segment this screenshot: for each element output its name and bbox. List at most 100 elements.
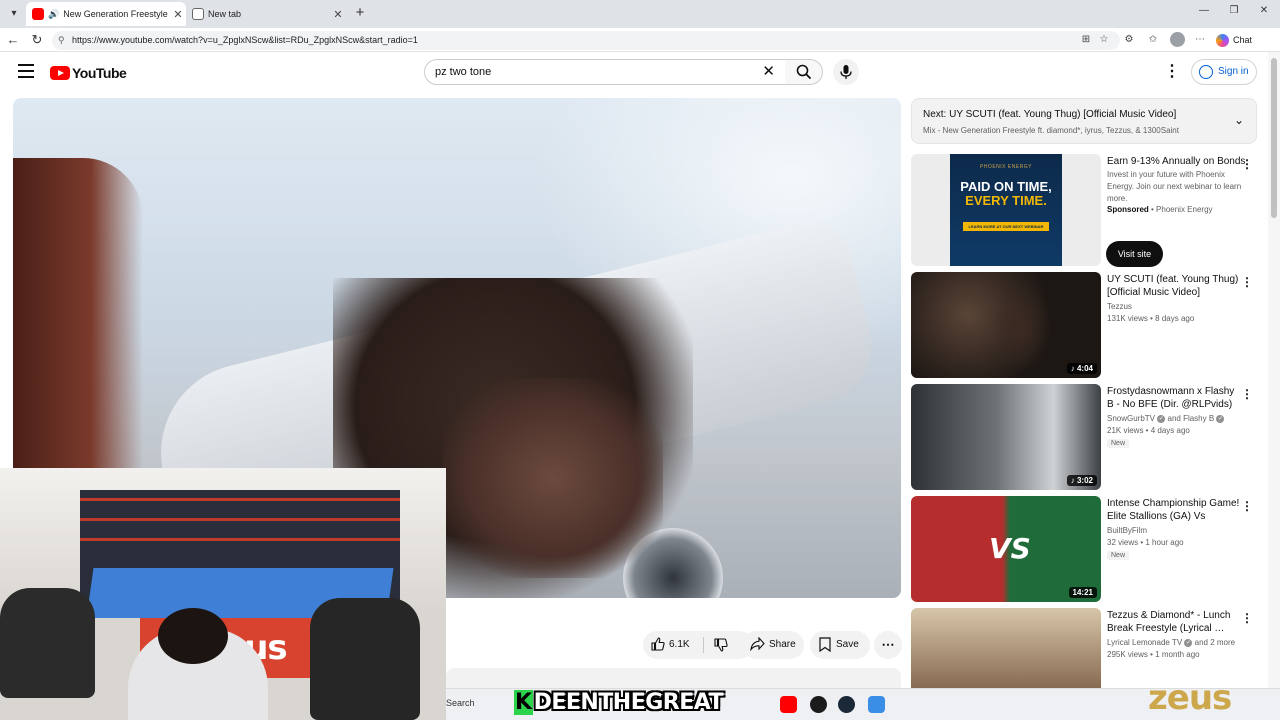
more-actions-button[interactable]: ⋯ [874, 631, 902, 659]
store-app-icon[interactable] [868, 696, 885, 713]
video-menu-icon[interactable]: ⋮ [1241, 612, 1253, 624]
up-next-subtitle: Mix - New Generation Freestyle ft. diamo… [923, 126, 1179, 135]
advertiser-name: Phoenix Energy [1156, 205, 1213, 214]
tab-list-dropdown[interactable]: ▾ [4, 4, 24, 24]
tab-new-tab[interactable]: New tab ✕ [186, 2, 346, 26]
favorite-star-icon[interactable]: ☆ [1097, 33, 1111, 47]
ad-poster: PHOENIX ENERGY PAID ON TIME, EVERY TIME.… [950, 154, 1062, 266]
address-toolbar: ← ↻ ⚲ https://www.youtube.com/watch?v=u_… [0, 28, 1280, 52]
guide-menu-icon[interactable] [18, 64, 34, 78]
ring-rope [80, 538, 400, 541]
video-thumbnail[interactable] [911, 608, 1101, 688]
streamer-name-k: K [514, 690, 533, 715]
channel-name[interactable]: Tezzus [1107, 302, 1132, 311]
minimize-icon[interactable]: — [1194, 5, 1214, 16]
recommendation-item[interactable]: 14:21 Intense Championship Game! Elite S… [911, 496, 1257, 602]
streamer-head [158, 608, 228, 664]
thumbs-up-icon [651, 637, 665, 651]
share-button[interactable]: Share [742, 631, 804, 659]
tab-close-icon[interactable]: ✕ [170, 8, 186, 21]
ad-poster-headline-accent: EVERY TIME. [965, 193, 1047, 208]
clear-search-icon[interactable]: ✕ [762, 64, 775, 80]
voice-search-button[interactable] [833, 59, 859, 85]
search-button[interactable] [785, 59, 823, 85]
duration-badge: ♪ 3:02 [1066, 475, 1097, 486]
search-input[interactable] [425, 60, 745, 84]
ad-thumbnail[interactable]: PHOENIX ENERGY PAID ON TIME, EVERY TIME.… [911, 154, 1101, 266]
app-available-icon[interactable]: ⊞ [1079, 33, 1093, 47]
recommendation-item[interactable]: ♪ 3:02 Frostydasnowmann x Flashy B - No … [911, 384, 1257, 490]
new-tab-button[interactable]: + [351, 4, 369, 22]
recommendation-item[interactable]: ♪ 4:04 UY SCUTI (feat. Young Thug) [Offi… [911, 272, 1257, 378]
channel-name[interactable]: SnowGurbTV ✓ and Flashy B ✓ [1107, 414, 1225, 423]
scrollbar-thumb[interactable] [1271, 58, 1277, 218]
taskbar-search[interactable]: Search [446, 698, 475, 708]
verified-icon: ✓ [1157, 414, 1166, 423]
visit-site-button[interactable]: Visit site [1106, 241, 1163, 267]
video-title[interactable]: UY SCUTI (feat. Young Thug) [Official Mu… [1107, 273, 1243, 299]
steam-app-icon[interactable] [838, 696, 855, 713]
ad-menu-icon[interactable]: ⋮ [1241, 158, 1253, 170]
youtube-play-icon [50, 66, 70, 80]
video-thumbnail[interactable]: ♪ 3:02 [911, 384, 1101, 490]
page-scrollbar[interactable] [1268, 52, 1280, 688]
video-thumbnail[interactable]: 14:21 [911, 496, 1101, 602]
channel-name[interactable]: BuiltByFilm [1107, 526, 1147, 535]
video-menu-icon[interactable]: ⋮ [1241, 276, 1253, 288]
save-button[interactable]: Save [810, 631, 870, 659]
like-dislike-group: 6.1K [643, 631, 753, 659]
recommendation-item[interactable]: Tezzus & Diamond* - Lunch Break Freestyl… [911, 608, 1257, 688]
video-title[interactable]: Tezzus & Diamond* - Lunch Break Freestyl… [1107, 609, 1243, 635]
tab-title: New tab [208, 9, 242, 19]
ad-poster-cta: LEARN MORE AT OUR NEXT WEBINAR [962, 222, 1050, 231]
channel-name[interactable]: Lyrical Lemonade TV ✓ and 2 more [1107, 638, 1235, 647]
profile-avatar[interactable] [1170, 32, 1185, 47]
video-title[interactable]: Frostydasnowmann x Flashy B - No BFE (Di… [1107, 385, 1243, 411]
ad-title[interactable]: Earn 9-13% Annually on Bonds [1107, 156, 1245, 167]
tab-close-icon[interactable]: ✕ [330, 8, 346, 21]
chevron-down-icon[interactable]: ⌄ [1234, 113, 1244, 127]
youtube-logo[interactable]: YouTube [50, 65, 127, 81]
verified-icon: ✓ [1184, 638, 1193, 647]
browser-menu-icon[interactable]: ⋯ [1193, 33, 1207, 47]
audio-playing-icon[interactable]: 🔊 [48, 9, 59, 20]
video-meta: 295K views • 1 month ago [1107, 650, 1200, 659]
bookmark-icon [819, 637, 831, 652]
video-thumbnail[interactable]: ♪ 4:04 [911, 272, 1101, 378]
tab-youtube[interactable]: 🔊 New Generation Freestyle ft. d ✕ [26, 2, 186, 26]
share-label: Share [769, 639, 796, 650]
share-icon [750, 637, 765, 651]
ad-poster-headline: PAID ON TIME, [960, 179, 1052, 194]
video-title[interactable]: Intense Championship Game! Elite Stallio… [1107, 497, 1243, 523]
reload-icon[interactable]: ↻ [28, 31, 46, 49]
up-next-panel[interactable]: Next: UY SCUTI (feat. Young Thug) [Offic… [911, 98, 1257, 144]
thumbs-down-icon [714, 638, 728, 652]
sign-in-button[interactable]: Sign in [1191, 59, 1257, 85]
save-label: Save [836, 639, 859, 650]
video-menu-icon[interactable]: ⋮ [1241, 500, 1253, 512]
favorites-icon[interactable]: ✩ [1146, 33, 1160, 47]
like-button[interactable]: 6.1K [643, 631, 703, 659]
close-window-icon[interactable]: ✕ [1254, 5, 1274, 16]
video-frame-hand [443, 378, 663, 578]
account-icon [1199, 65, 1213, 79]
settings-menu-icon[interactable]: ⋮ [1164, 63, 1180, 81]
copilot-chat-button[interactable]: Chat [1216, 31, 1252, 49]
restore-icon[interactable]: ❐ [1224, 5, 1244, 16]
browser-tabstrip: ▾ 🔊 New Generation Freestyle ft. d ✕ New… [0, 0, 1280, 28]
youtube-app-icon[interactable] [780, 696, 797, 713]
back-icon[interactable]: ← [4, 31, 22, 49]
obs-app-icon[interactable] [810, 696, 827, 713]
url-field[interactable]: ⚲ https://www.youtube.com/watch?v=u_Zpgl… [52, 31, 1120, 50]
sponsored-label: Sponsored [1107, 205, 1149, 214]
tab-title: New Generation Freestyle ft. d [63, 9, 170, 19]
streamer-name-overlay: KDEENTHEGREAT [514, 690, 724, 716]
description-panel[interactable] [446, 668, 901, 688]
sponsored-ad[interactable]: PHOENIX ENERGY PAID ON TIME, EVERY TIME.… [911, 154, 1257, 267]
extensions-icon[interactable]: ⚙ [1122, 33, 1136, 47]
sign-in-label: Sign in [1218, 66, 1249, 77]
site-info-icon[interactable]: ⚲ [58, 31, 65, 50]
microphone-icon [840, 65, 852, 79]
video-meta: 32 views • 1 hour ago [1107, 538, 1184, 547]
video-menu-icon[interactable]: ⋮ [1241, 388, 1253, 400]
